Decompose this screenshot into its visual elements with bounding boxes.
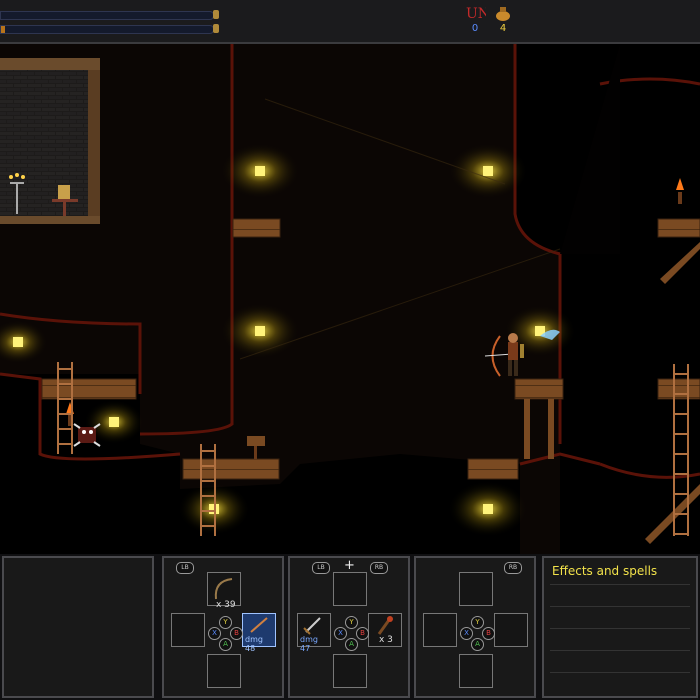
a-button-icon: A [345, 638, 358, 651]
x-button-icon: X [208, 627, 221, 640]
unkillable-icon: UN [466, 6, 490, 22]
slot-down[interactable] [207, 654, 241, 688]
slot-up[interactable] [459, 572, 493, 606]
both-hands-quickslots: LB + RB dmg 47 x 3 X Y B A [288, 556, 410, 698]
top-status-bar: UN 0 4 [0, 0, 700, 44]
slot-left[interactable]: dmg 47 [297, 613, 331, 653]
slot-right[interactable]: x 3 [368, 613, 402, 647]
b-button-icon: B [482, 627, 495, 640]
lb-button-icon: LB [312, 562, 330, 574]
slot-up[interactable] [333, 572, 367, 606]
torch-item-icon [377, 616, 393, 635]
slot-left[interactable] [171, 613, 205, 647]
mana-bar [0, 24, 219, 34]
y-button-icon: Y [219, 616, 232, 629]
bottom-hud: LB x 39 dmg 48 X Y B A LB + RB dmg 47 x … [0, 554, 700, 700]
torch-icon [676, 178, 684, 204]
gold-counter: 4 [494, 4, 512, 34]
cave-rock [0, 44, 700, 554]
lantern-icon [255, 166, 265, 176]
lantern-icon [109, 417, 119, 427]
x-button-icon: X [334, 627, 347, 640]
kills-value: 0 [471, 23, 479, 34]
damage-value: dmg 47 [300, 635, 318, 653]
x-button-icon: X [460, 627, 473, 640]
slot-left[interactable] [423, 613, 457, 647]
damage-value: dmg 48 [245, 635, 263, 653]
health-bar [0, 10, 219, 20]
y-button-icon: Y [471, 616, 484, 629]
lb-button-icon: LB [176, 562, 194, 574]
a-button-icon: A [219, 638, 232, 651]
kills-counter: UN 0 [464, 4, 490, 34]
portrait-panel [2, 556, 154, 698]
brick-room [0, 58, 100, 224]
lantern-icon [255, 326, 265, 336]
lantern-icon [483, 166, 493, 176]
svg-text:UN: UN [466, 6, 486, 22]
money-bag-icon [496, 7, 510, 21]
arrow-count: x 39 [216, 600, 236, 610]
rb-button-icon: RB [504, 562, 522, 574]
left-hand-quickslots: LB x 39 dmg 48 X Y B A [162, 556, 284, 698]
lantern-icon [483, 504, 493, 514]
lantern-icon [13, 337, 23, 347]
slot-down[interactable] [333, 654, 367, 688]
torch-count: x 3 [379, 635, 393, 645]
slot-right-selected[interactable]: dmg 48 [242, 613, 276, 653]
right-hand-quickslots: RB X Y B A [414, 556, 536, 698]
slot-right[interactable] [494, 613, 528, 647]
b-button-icon: B [356, 627, 369, 640]
y-button-icon: Y [345, 616, 358, 629]
b-button-icon: B [230, 627, 243, 640]
slot-down[interactable] [459, 654, 493, 688]
effects-title: Effects and spells [552, 564, 658, 578]
plus-icon: + [344, 558, 355, 573]
arrow-icon [250, 617, 268, 633]
a-button-icon: A [471, 638, 484, 651]
world-scene [0, 44, 700, 554]
game-world [0, 44, 700, 554]
gold-value: 4 [499, 23, 507, 34]
effects-panel: Effects and spells [542, 556, 698, 698]
rb-button-icon: RB [370, 562, 388, 574]
sword-icon [303, 617, 321, 635]
